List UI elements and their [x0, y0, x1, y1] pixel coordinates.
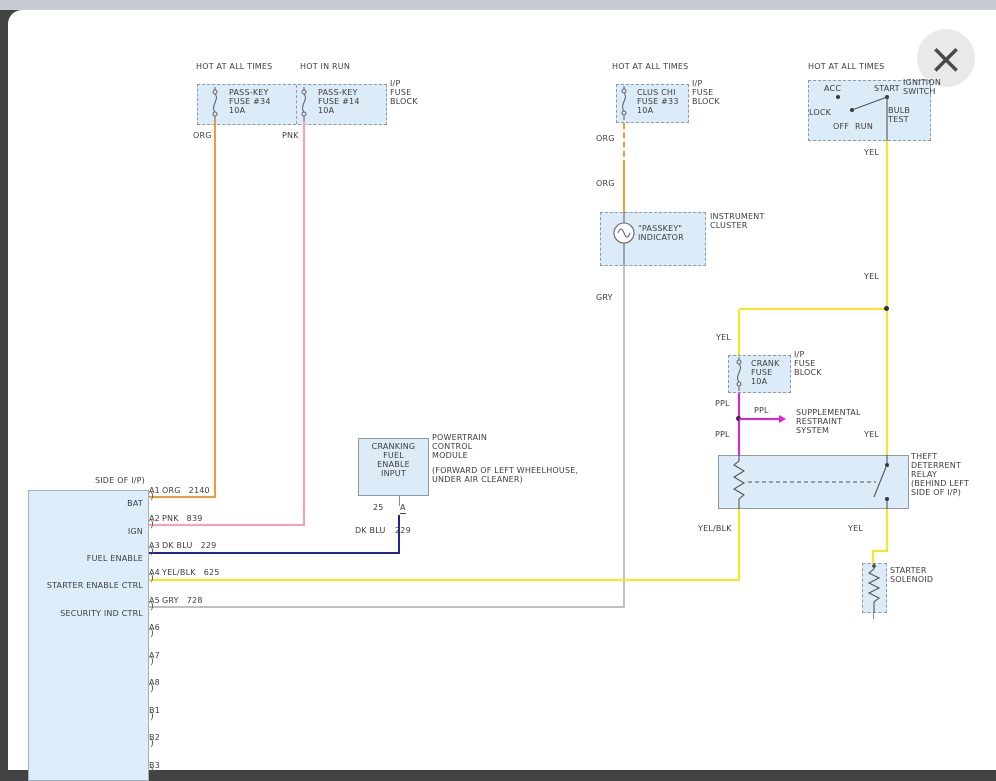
- instrument-cluster-label: INSTRUMENT CLUSTER: [710, 212, 765, 230]
- wire-gry-a5-horizontal: [148, 606, 625, 608]
- wire-org-label: ORG: [193, 131, 212, 140]
- passkey-fuse-34-label: PASS-KEY FUSE #34 10A: [229, 88, 271, 115]
- wire-org-a1-horizontal: [148, 496, 216, 498]
- pin-a7-mark: ): [150, 657, 154, 667]
- ppl-arrow-icon: [779, 415, 786, 423]
- hot-in-run-label: HOT IN RUN: [300, 62, 350, 71]
- pin-a2-label: A2PNK839: [149, 514, 203, 523]
- wire-gry-vertical: [623, 265, 625, 608]
- pin-a2-mark: ): [150, 520, 154, 530]
- pin-a8-mark: ): [150, 684, 154, 694]
- ignition-bulb-test-label: BULB TEST: [888, 106, 910, 124]
- signal-starter-enable-label: STARTER ENABLE CTRL: [30, 581, 143, 590]
- pin-a1-mark: ): [150, 492, 154, 502]
- hot-at-all-times-label-mid: HOT AT ALL TIMES: [612, 62, 688, 71]
- wire-yelblk-a4-horizontal: [148, 579, 740, 581]
- wire-ppl-label-branch: PPL: [754, 406, 769, 415]
- wire-yel-label-2: YEL: [864, 272, 879, 281]
- ignition-acc-label: ACC: [824, 84, 841, 93]
- theft-deterrent-relay-label: THEFT DETERRENT RELAY (BEHIND LEFT SIDE …: [911, 452, 969, 497]
- pcm-input-label: CRANKING FUEL ENABLE INPUT: [359, 442, 428, 478]
- wire-yel-label-4: YEL: [864, 430, 879, 439]
- wire-dkblu-label: DK BLU: [355, 526, 386, 535]
- pcm-pin-number: 25: [373, 503, 384, 512]
- fuse-14-icon: [298, 87, 310, 121]
- signal-ign-label: IGN: [30, 527, 143, 536]
- wire-ppl-label-above: PPL: [715, 399, 730, 408]
- pin-a3-mark: ): [150, 547, 154, 557]
- pin-a4-label: A4YEL/BLK625: [149, 568, 220, 577]
- wire-ppl-label-below: PPL: [715, 430, 730, 439]
- wire-yel-to-solenoid-jog: [872, 550, 888, 552]
- top-bar: [0, 0, 996, 10]
- junction-dot-yel: [884, 306, 889, 311]
- ignition-lock-label: LOCK: [809, 108, 831, 117]
- wire-dkblu-circuit: 229: [395, 526, 411, 535]
- pin-a5-mark: ): [150, 602, 154, 612]
- signal-bat-label: BAT: [30, 499, 143, 508]
- wire-ppl-vertical: [738, 393, 740, 456]
- wire-pnk-vertical: [303, 121, 305, 526]
- pin-b1-mark: ): [150, 712, 154, 722]
- ignition-off-label: OFF: [833, 122, 849, 131]
- ip-fuse-block-right-label: I/P FUSE BLOCK: [794, 350, 822, 377]
- fuse-block-divider: [296, 85, 297, 124]
- pcm-connector-letter: A: [400, 503, 406, 514]
- wire-yelblk-vertical: [738, 509, 740, 581]
- wire-gry-label: GRY: [596, 293, 613, 302]
- connector-header-label: SIDE OF I/P): [28, 476, 145, 485]
- pin-a6-mark: ): [150, 629, 154, 639]
- pin-a3-label: A3DK BLU229: [149, 541, 216, 550]
- wire-yel-label-5: YEL: [848, 524, 863, 533]
- ignition-run-label: RUN: [855, 122, 873, 131]
- wire-org-label-lower: ORG: [596, 179, 615, 188]
- pin-a4-mark: ): [150, 574, 154, 584]
- wire-ppl-branch: [739, 418, 780, 420]
- wire-pnk-a2-horizontal: [148, 524, 305, 526]
- pin-a5-label: A5GRY728: [149, 596, 203, 605]
- crank-fuse-label: CRANK FUSE 10A: [751, 359, 780, 386]
- fuse-33-icon: [618, 86, 630, 120]
- wire-yel-label-3: YEL: [716, 333, 731, 342]
- pin-b2-mark: ): [150, 739, 154, 749]
- wire-pnk-label: PNK: [282, 131, 299, 140]
- ip-fuse-block-left-label: I/P FUSE BLOCK: [390, 79, 418, 106]
- wire-yel-to-solenoid-1: [886, 509, 888, 552]
- wire-org-to-cluster: [623, 166, 625, 213]
- pcm-module-label: POWERTRAIN CONTROL MODULE: [432, 433, 487, 460]
- signal-fuel-enable-label: FUEL ENABLE: [30, 554, 143, 563]
- signal-security-ind-label: SECURITY IND CTRL: [30, 609, 143, 618]
- crank-fuse-icon: [733, 357, 745, 391]
- ignition-start-label: START: [874, 84, 900, 93]
- ip-fuse-block-mid-label: I/P FUSE BLOCK: [692, 79, 720, 106]
- passkey-fuse-14-label: PASS-KEY FUSE #14 10A: [318, 88, 360, 115]
- starter-solenoid-coil-icon: [862, 563, 887, 613]
- close-icon: ×: [928, 34, 963, 83]
- pin-b3-mark: ): [150, 767, 154, 777]
- starter-solenoid-label: STARTER SOLENOID: [890, 566, 933, 584]
- wire-org-vertical: [214, 121, 216, 498]
- wire-yelblk-label: YEL/BLK: [698, 524, 732, 533]
- wire-dkblu-a3-horizontal: [148, 552, 400, 554]
- fuse-34-icon: [209, 87, 221, 121]
- wire-org-label-upper: ORG: [596, 134, 615, 143]
- hot-at-all-times-label-left: HOT AT ALL TIMES: [196, 62, 272, 71]
- wire-org-dashed-segment: [623, 123, 625, 166]
- relay-internals-icon: [718, 455, 909, 509]
- srs-label: SUPPLEMENTAL RESTRAINT SYSTEM: [796, 408, 861, 435]
- pcm-location-label: (FORWARD OF LEFT WHEELHOUSE, UNDER AIR C…: [432, 466, 578, 484]
- pin-a1-label: A1ORG2140: [149, 486, 210, 495]
- wire-yel-label-1: YEL: [864, 148, 879, 157]
- wire-yel-branch-horizontal: [739, 308, 888, 310]
- ignition-switch-label: IGNITION SWITCH: [903, 78, 941, 96]
- hot-at-all-times-label-right: HOT AT ALL TIMES: [808, 62, 884, 71]
- clus-chi-fuse-33-label: CLUS CHI FUSE #33 10A: [637, 88, 679, 115]
- passkey-indicator-label: "PASSKEY" INDICATOR: [638, 224, 684, 242]
- wire-yel-to-crank-fuse: [738, 310, 740, 355]
- wire-yel-ignition-vertical: [886, 141, 888, 456]
- passkey-indicator-lamp-icon: [613, 212, 635, 265]
- solenoid-ground-stub: [873, 613, 874, 619]
